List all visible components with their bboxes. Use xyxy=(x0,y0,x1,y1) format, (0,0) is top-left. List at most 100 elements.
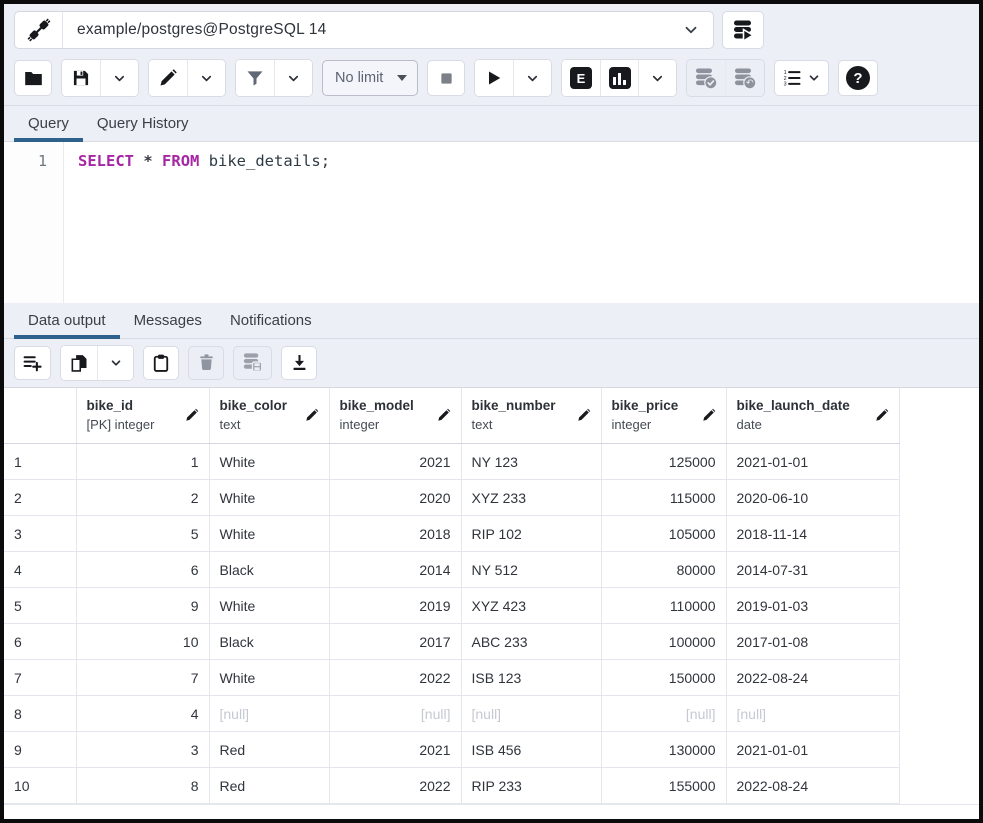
row-number[interactable]: 7 xyxy=(4,660,76,696)
cell-bike_price[interactable]: 100000 xyxy=(601,624,726,660)
filter-dropdown-button[interactable] xyxy=(274,60,312,96)
cell-bike_number[interactable]: ISB 456 xyxy=(461,732,601,768)
save-data-changes-button[interactable] xyxy=(233,346,272,380)
macros-button[interactable]: 123 xyxy=(774,60,829,96)
open-file-button[interactable] xyxy=(14,60,52,96)
cell-bike_number[interactable]: [null] xyxy=(461,696,601,732)
cell-bike_id[interactable]: 1 xyxy=(76,444,209,480)
column-header-bike_model[interactable]: bike_modelinteger xyxy=(329,388,461,444)
cell-bike_launch_date[interactable]: 2019-01-03 xyxy=(726,588,899,624)
cell-bike_color[interactable]: [null] xyxy=(209,696,329,732)
column-header-bike_color[interactable]: bike_colortext xyxy=(209,388,329,444)
cell-bike_color[interactable]: White xyxy=(209,444,329,480)
rollback-button[interactable]: ↶ xyxy=(725,60,764,96)
cell-bike_model[interactable]: 2017 xyxy=(329,624,461,660)
cell-bike_id[interactable]: 5 xyxy=(76,516,209,552)
save-dropdown-button[interactable] xyxy=(100,60,138,96)
row-number[interactable]: 3 xyxy=(4,516,76,552)
tab-data-output[interactable]: Data output xyxy=(14,304,120,338)
download-button[interactable] xyxy=(281,346,317,380)
cell-bike_price[interactable]: 150000 xyxy=(601,660,726,696)
cell-bike_number[interactable]: XYZ 423 xyxy=(461,588,601,624)
row-number[interactable]: 9 xyxy=(4,732,76,768)
row-number[interactable]: 1 xyxy=(4,444,76,480)
select-all-corner[interactable] xyxy=(4,388,76,444)
cell-bike_price[interactable]: 155000 xyxy=(601,768,726,804)
cell-bike_model[interactable]: 2021 xyxy=(329,444,461,480)
explain-dropdown-button[interactable] xyxy=(638,60,676,96)
cell-bike_launch_date[interactable]: 2018-11-14 xyxy=(726,516,899,552)
row-number[interactable]: 5 xyxy=(4,588,76,624)
cell-bike_price[interactable]: 125000 xyxy=(601,444,726,480)
tab-query-history[interactable]: Query History xyxy=(83,107,203,141)
tab-messages[interactable]: Messages xyxy=(120,304,216,338)
filter-button[interactable] xyxy=(236,60,274,96)
cell-bike_id[interactable]: 6 xyxy=(76,552,209,588)
help-button[interactable]: ? xyxy=(838,60,878,96)
cell-bike_launch_date[interactable]: 2021-01-01 xyxy=(726,444,899,480)
cell-bike_launch_date[interactable]: [null] xyxy=(726,696,899,732)
cell-bike_number[interactable]: NY 123 xyxy=(461,444,601,480)
column-header-bike_price[interactable]: bike_priceinteger xyxy=(601,388,726,444)
cell-bike_price[interactable]: 130000 xyxy=(601,732,726,768)
cell-bike_price[interactable]: 80000 xyxy=(601,552,726,588)
cell-bike_id[interactable]: 8 xyxy=(76,768,209,804)
cell-bike_price[interactable]: 105000 xyxy=(601,516,726,552)
edit-button[interactable] xyxy=(149,60,187,96)
cell-bike_id[interactable]: 2 xyxy=(76,480,209,516)
row-number[interactable]: 6 xyxy=(4,624,76,660)
cell-bike_model[interactable]: 2019 xyxy=(329,588,461,624)
cell-bike_launch_date[interactable]: 2014-07-31 xyxy=(726,552,899,588)
cell-bike_model[interactable]: [null] xyxy=(329,696,461,732)
cell-bike_id[interactable]: 7 xyxy=(76,660,209,696)
add-row-button[interactable] xyxy=(14,346,51,380)
cell-bike_id[interactable]: 9 xyxy=(76,588,209,624)
sql-editor[interactable]: 1 SELECT * FROM bike_details; xyxy=(4,142,979,303)
execute-dropdown-button[interactable] xyxy=(513,60,551,96)
row-number[interactable]: 4 xyxy=(4,552,76,588)
row-limit-select[interactable]: No limit xyxy=(322,60,418,96)
cell-bike_price[interactable]: 110000 xyxy=(601,588,726,624)
cell-bike_launch_date[interactable]: 2020-06-10 xyxy=(726,480,899,516)
stop-button[interactable] xyxy=(427,60,465,96)
cell-bike_color[interactable]: White xyxy=(209,660,329,696)
tab-query[interactable]: Query xyxy=(14,107,83,141)
cell-bike_number[interactable]: ISB 123 xyxy=(461,660,601,696)
copy-dropdown-button[interactable] xyxy=(97,346,133,380)
cell-bike_model[interactable]: 2022 xyxy=(329,768,461,804)
cell-bike_id[interactable]: 4 xyxy=(76,696,209,732)
cell-bike_model[interactable]: 2020 xyxy=(329,480,461,516)
cell-bike_launch_date[interactable]: 2017-01-08 xyxy=(726,624,899,660)
cell-bike_number[interactable]: RIP 102 xyxy=(461,516,601,552)
cell-bike_number[interactable]: RIP 233 xyxy=(461,768,601,804)
cell-bike_color[interactable]: Red xyxy=(209,768,329,804)
row-number[interactable]: 8 xyxy=(4,696,76,732)
cell-bike_color[interactable]: White xyxy=(209,480,329,516)
edit-dropdown-button[interactable] xyxy=(187,60,225,96)
execute-button[interactable] xyxy=(475,60,513,96)
connection-selector[interactable]: example/postgres@PostgreSQL 14 xyxy=(14,11,714,49)
cell-bike_model[interactable]: 2014 xyxy=(329,552,461,588)
cell-bike_number[interactable]: ABC 233 xyxy=(461,624,601,660)
cell-bike_launch_date[interactable]: 2021-01-01 xyxy=(726,732,899,768)
cell-bike_color[interactable]: Black xyxy=(209,552,329,588)
row-number[interactable]: 10 xyxy=(4,768,76,804)
sql-code-line[interactable]: SELECT * FROM bike_details; xyxy=(64,142,979,303)
cell-bike_price[interactable]: 115000 xyxy=(601,480,726,516)
row-number[interactable]: 2 xyxy=(4,480,76,516)
paste-button[interactable] xyxy=(143,346,179,380)
cell-bike_model[interactable]: 2022 xyxy=(329,660,461,696)
new-connection-button[interactable] xyxy=(722,11,764,49)
cell-bike_color[interactable]: White xyxy=(209,588,329,624)
explain-analyze-button[interactable] xyxy=(600,60,638,96)
cell-bike_launch_date[interactable]: 2022-08-24 xyxy=(726,660,899,696)
cell-bike_id[interactable]: 10 xyxy=(76,624,209,660)
cell-bike_color[interactable]: White xyxy=(209,516,329,552)
cell-bike_model[interactable]: 2018 xyxy=(329,516,461,552)
horizontal-scroll-area[interactable] xyxy=(4,804,979,819)
cell-bike_launch_date[interactable]: 2022-08-24 xyxy=(726,768,899,804)
cell-bike_number[interactable]: NY 512 xyxy=(461,552,601,588)
tab-notifications[interactable]: Notifications xyxy=(216,304,326,338)
column-header-bike_number[interactable]: bike_numbertext xyxy=(461,388,601,444)
cell-bike_model[interactable]: 2021 xyxy=(329,732,461,768)
